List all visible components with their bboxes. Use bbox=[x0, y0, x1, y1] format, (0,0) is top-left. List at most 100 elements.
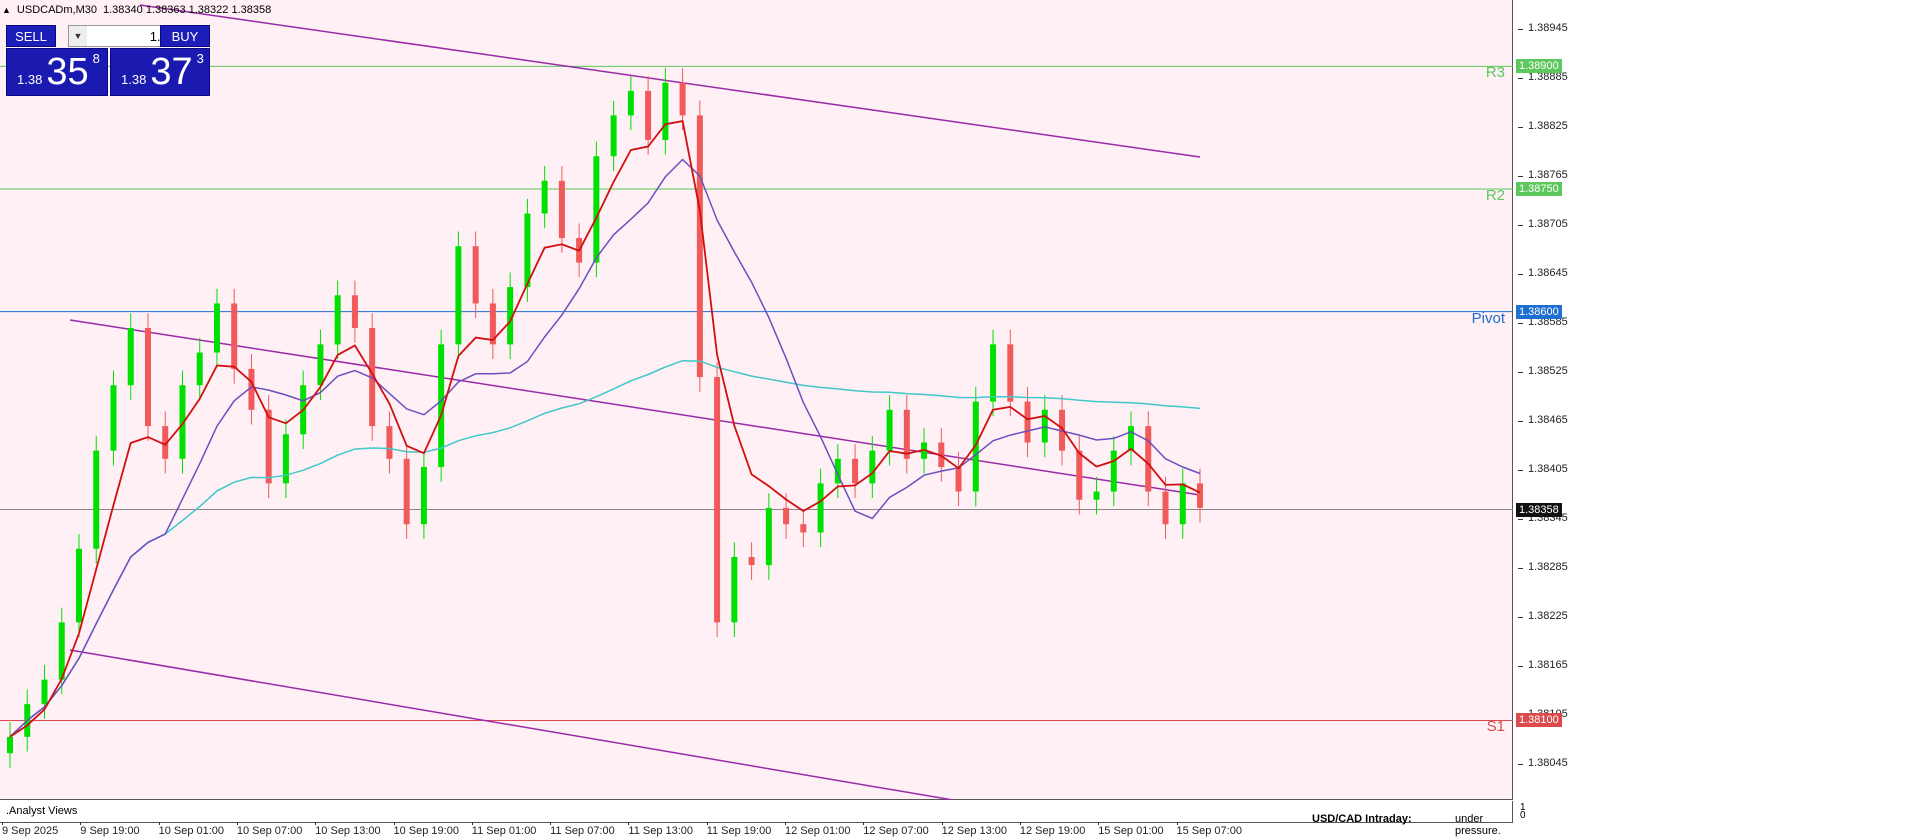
price-tick-label: 1.38225 bbox=[1518, 610, 1568, 623]
candle-body bbox=[75, 548, 82, 623]
candle-body bbox=[800, 524, 807, 533]
candle-body bbox=[7, 736, 13, 754]
sell-quote-prefix: 1.38 bbox=[17, 72, 43, 87]
candle-body bbox=[903, 409, 910, 459]
level-price-tag: 1.38100 bbox=[1516, 713, 1562, 728]
analyst-views-panel: .Analyst Views USD/CAD Intraday: under p… bbox=[0, 801, 1513, 837]
one-click-trading-panel: SELL ▼ 1.00 ▲ BUY 1.38 35 8 1.38 37 3 bbox=[6, 25, 258, 99]
candle-body bbox=[886, 409, 893, 451]
candle-body bbox=[1179, 483, 1186, 525]
level-name-s1: S1 bbox=[1486, 718, 1505, 736]
candle-body bbox=[1024, 401, 1031, 443]
level-price-tag: 1.38750 bbox=[1516, 181, 1562, 196]
lot-decrease-icon[interactable]: ▼ bbox=[69, 26, 87, 46]
level-price-tag: 1.38600 bbox=[1516, 304, 1562, 319]
symbol-title-bar: ▲ USDCADm,M30 1.38340 1.38363 1.38322 1.… bbox=[2, 4, 271, 16]
candle-body bbox=[231, 303, 238, 369]
trend-channel-line bbox=[69, 649, 953, 800]
time-tick-label: 12 Sep 13:00 bbox=[941, 822, 1008, 837]
price-chart-canvas[interactable] bbox=[0, 0, 1513, 800]
fast-moving-average-line bbox=[9, 120, 1201, 738]
candle-body bbox=[1128, 426, 1135, 451]
level-name-r2: R2 bbox=[1485, 186, 1505, 204]
candle-body bbox=[869, 450, 876, 484]
candle-body bbox=[627, 90, 634, 116]
buy-quote[interactable]: 1.38 37 3 bbox=[110, 48, 210, 96]
candle-body bbox=[1093, 491, 1100, 500]
buy-button[interactable]: BUY bbox=[160, 25, 210, 47]
candle-body bbox=[955, 467, 962, 492]
time-tick-label: 12 Sep 19:00 bbox=[1019, 822, 1086, 837]
price-tick-label: 1.38165 bbox=[1518, 659, 1568, 672]
time-tick-label: 11 Sep 13:00 bbox=[628, 822, 694, 837]
candle-body bbox=[386, 426, 393, 459]
candle-body bbox=[852, 458, 859, 484]
sub-scale-bottom: 0 bbox=[1520, 810, 1526, 821]
candle-body bbox=[1041, 409, 1048, 443]
candle-body bbox=[41, 679, 48, 705]
price-axis[interactable]: 1.38945 1.38885 1.38825 1.38765 1.38705 1.386… bbox=[1514, 0, 1916, 800]
candle-body bbox=[455, 246, 462, 345]
time-axis[interactable]: 9 Sep 2025 9 Sep 19:00 10 Sep 01:00 10 Sep … bbox=[0, 822, 1513, 840]
price-tick-label: 1.38285 bbox=[1518, 561, 1568, 574]
sell-quote-sup: 8 bbox=[92, 51, 100, 66]
buy-quote-prefix: 1.38 bbox=[121, 72, 147, 87]
sell-button[interactable]: SELL bbox=[6, 25, 56, 47]
candle-body bbox=[765, 507, 772, 566]
trend-channel-line bbox=[139, 4, 1201, 158]
candle-body bbox=[1145, 426, 1152, 492]
time-tick-label: 12 Sep 01:00 bbox=[785, 822, 851, 837]
time-tick-label: 10 Sep 19:00 bbox=[393, 822, 459, 837]
time-tick-label: 12 Sep 07:00 bbox=[863, 822, 929, 837]
time-tick-label: 10 Sep 13:00 bbox=[315, 822, 381, 837]
candle-body bbox=[714, 377, 721, 623]
time-tick-label: 9 Sep 19:00 bbox=[80, 822, 140, 837]
candle-body bbox=[1110, 450, 1117, 492]
buy-quote-big: 37 bbox=[150, 51, 193, 93]
candle-body bbox=[110, 385, 117, 451]
slow-moving-average-line bbox=[9, 359, 1201, 738]
candle-body bbox=[593, 156, 600, 263]
time-tick-label: 10 Sep 01:00 bbox=[158, 822, 225, 837]
time-tick-label: 11 Sep 19:00 bbox=[706, 822, 772, 837]
candle-body bbox=[662, 82, 669, 140]
candle-body bbox=[610, 115, 617, 157]
price-tick-label: 1.38645 bbox=[1518, 266, 1568, 279]
ohlc-values: 1.38340 1.38363 1.38322 1.38358 bbox=[103, 4, 272, 16]
candle-body bbox=[679, 82, 686, 116]
current-price-tag: 1.38358 bbox=[1516, 502, 1562, 517]
level-name-pivot: Pivot bbox=[1471, 309, 1505, 327]
candle-body bbox=[731, 556, 738, 623]
candle-body bbox=[541, 180, 548, 214]
candle-body bbox=[472, 246, 479, 304]
candle-body bbox=[524, 213, 531, 288]
time-tick-label: 10 Sep 07:00 bbox=[236, 822, 303, 837]
chart-area[interactable]: ▲ USDCADm,M30 1.38340 1.38363 1.38322 1.… bbox=[0, 0, 1513, 800]
price-tick-label: 1.38525 bbox=[1518, 364, 1568, 377]
price-tick-label: 1.38945 bbox=[1518, 21, 1568, 34]
sell-quote[interactable]: 1.38 35 8 bbox=[6, 48, 108, 96]
candle-body bbox=[265, 409, 272, 484]
candle-body bbox=[696, 115, 703, 378]
buy-quote-sup: 3 bbox=[196, 51, 204, 66]
candle-body bbox=[334, 295, 341, 345]
candle-body bbox=[420, 467, 427, 525]
price-tick-label: 1.38705 bbox=[1518, 217, 1568, 230]
candle-body bbox=[1197, 483, 1203, 508]
candle-body bbox=[558, 180, 565, 239]
candle-body bbox=[127, 327, 134, 386]
candle-body bbox=[213, 303, 220, 353]
collapse-triangle-icon[interactable]: ▲ bbox=[2, 5, 11, 15]
candle-body bbox=[817, 483, 824, 533]
time-tick-label: 11 Sep 01:00 bbox=[471, 822, 537, 837]
price-tick-label: 1.38465 bbox=[1518, 414, 1568, 427]
candle-body bbox=[990, 344, 997, 402]
time-tick-label: 15 Sep 01:00 bbox=[1098, 822, 1164, 837]
candle-body bbox=[196, 352, 203, 386]
candle-body bbox=[748, 556, 755, 566]
candle-body bbox=[317, 344, 324, 386]
candle-body bbox=[93, 450, 100, 549]
candle-body bbox=[403, 458, 410, 525]
price-tick-label: 1.38825 bbox=[1518, 119, 1568, 132]
time-tick-label: 15 Sep 07:00 bbox=[1176, 822, 1242, 837]
